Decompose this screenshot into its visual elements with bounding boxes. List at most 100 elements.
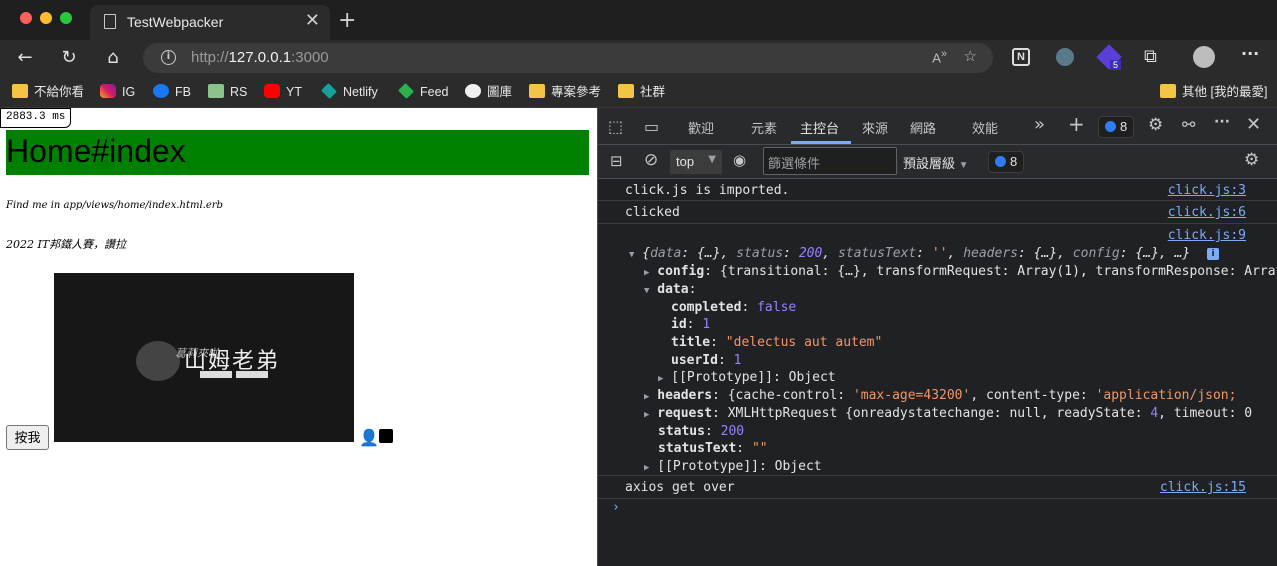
message-icon xyxy=(995,156,1006,167)
bookmark-item[interactable]: 社群 xyxy=(618,82,665,102)
profile-avatar[interactable] xyxy=(1193,46,1215,68)
extension-avatar-icon[interactable] xyxy=(1056,48,1074,66)
sidebar-toggle-icon[interactable]: ⊟ xyxy=(610,152,623,170)
devtools-panel: ⬚ ▭ 歡迎 元素 主控台 來源 網路 效能 » + 8 ⚙ ⚯ ··· ✕ ⊟… xyxy=(597,108,1277,566)
folder-icon xyxy=(529,84,545,98)
tab-sources[interactable]: 來源 xyxy=(862,118,888,137)
folder-icon xyxy=(1160,84,1176,98)
browser-tab[interactable]: TestWebpacker ✕ xyxy=(90,5,330,40)
instagram-icon xyxy=(100,84,116,98)
expand-arrow-icon[interactable]: ▶ xyxy=(644,268,649,278)
console-line: click.js is imported. click.js:3 xyxy=(598,179,1277,201)
tab-network[interactable]: 網路 xyxy=(910,118,936,137)
eye-icon[interactable]: ◉ xyxy=(733,151,746,169)
bookmark-item[interactable]: IG xyxy=(100,82,135,102)
settings-icon[interactable]: ⚙ xyxy=(1148,115,1163,135)
user-icon[interactable]: 👤 xyxy=(359,428,379,447)
more-tabs-icon[interactable]: » xyxy=(1034,114,1045,135)
context-value: top xyxy=(676,154,695,169)
prototype-property[interactable]: ▶ [[Prototype]]: Object xyxy=(658,370,836,385)
back-icon[interactable]: ← xyxy=(12,45,38,71)
data-field: id: 1 xyxy=(671,317,711,332)
close-devtools-icon[interactable]: ✕ xyxy=(1246,114,1261,135)
expand-arrow-icon[interactable]: ▶ xyxy=(644,463,649,473)
data-property[interactable]: ▼ data: xyxy=(644,282,696,297)
new-tab-button[interactable]: + xyxy=(338,8,356,33)
address-url[interactable]: http://127.0.0.1:3000 xyxy=(191,49,329,66)
reload-icon[interactable]: ↻ xyxy=(56,45,82,71)
clear-console-icon[interactable]: ⊘ xyxy=(644,150,658,170)
maximize-window-button[interactable] xyxy=(60,12,72,24)
console-object-entry: click.js:9 ▼ {data: {…}, status: 200, st… xyxy=(598,224,1277,476)
extension-badge: 5 xyxy=(1110,60,1122,70)
filter-input[interactable]: 篩選條件 xyxy=(763,147,897,175)
source-link[interactable]: click.js:3 xyxy=(1168,183,1246,198)
home-icon[interactable]: ⌂ xyxy=(100,45,126,71)
extensions-icon[interactable]: ⧉ xyxy=(1144,46,1157,67)
info-icon[interactable]: i xyxy=(1207,248,1219,260)
console-settings-icon[interactable]: ⚙ xyxy=(1244,150,1259,170)
press-me-button[interactable]: 按我 xyxy=(6,425,49,450)
request-property[interactable]: ▶ request: XMLHttpRequest {onreadystatec… xyxy=(644,406,1252,421)
expand-arrow-icon[interactable]: ▼ xyxy=(644,286,649,296)
browser-titlebar: TestWebpacker ✕ + xyxy=(0,0,1277,40)
notion-icon[interactable]: N xyxy=(1012,48,1030,66)
minimize-window-button[interactable] xyxy=(40,12,52,24)
bookmark-item[interactable]: 專案參考 xyxy=(529,82,601,102)
headers-property[interactable]: ▶ headers: {cache-control: 'max-age=4320… xyxy=(644,388,1236,403)
heading-bar: Home#index xyxy=(6,130,589,175)
console-issues-badge[interactable]: 8 xyxy=(988,151,1025,173)
bookmark-item[interactable]: Netlify xyxy=(321,82,378,102)
console-prompt[interactable]: › xyxy=(598,499,1277,519)
issues-badge[interactable]: 8 xyxy=(1098,116,1135,138)
active-tab-indicator xyxy=(791,141,851,144)
github-icon[interactable] xyxy=(379,429,393,443)
address-bar[interactable]: i http://127.0.0.1:3000 A» ☆ xyxy=(143,43,993,73)
expand-arrow-icon[interactable]: ▶ xyxy=(644,392,649,402)
tab-console[interactable]: 主控台 xyxy=(800,118,839,137)
bookmark-item[interactable]: YT xyxy=(264,82,302,102)
expand-arrow-icon[interactable]: ▶ xyxy=(658,374,663,384)
info-icon[interactable]: i xyxy=(161,50,176,65)
tab-elements[interactable]: 元素 xyxy=(751,118,777,137)
source-link[interactable]: click.js:6 xyxy=(1168,205,1246,220)
perf-timer: 2883.3 ms xyxy=(0,108,72,128)
web-page-viewport: 2883.3 ms Home#index Find me in app/view… xyxy=(0,108,597,566)
prototype-property[interactable]: ▶ [[Prototype]]: Object xyxy=(644,459,822,474)
statustext-property: statusText: "" xyxy=(658,441,768,456)
expand-arrow-icon[interactable]: ▼ xyxy=(629,250,634,260)
levels-dropdown[interactable]: 預設層級 ▼ xyxy=(903,153,969,172)
favorite-icon[interactable]: ☆ xyxy=(964,47,977,65)
youtube-icon xyxy=(264,84,280,98)
bookmark-item[interactable]: 不給你看 xyxy=(12,82,84,102)
source-link[interactable]: click.js:15 xyxy=(1160,480,1246,495)
facebook-icon xyxy=(153,84,169,98)
bookmark-item[interactable]: Feed xyxy=(398,82,449,102)
expand-arrow-icon[interactable]: ▶ xyxy=(644,410,649,420)
more-options-icon[interactable]: ··· xyxy=(1214,114,1230,130)
read-aloud-icon[interactable]: A» xyxy=(932,48,947,65)
page-icon xyxy=(104,14,116,29)
add-tab-icon[interactable]: + xyxy=(1068,112,1085,136)
close-tab-icon[interactable]: ✕ xyxy=(305,10,320,31)
close-window-button[interactable] xyxy=(20,12,32,24)
bookmark-item[interactable]: FB xyxy=(153,82,191,102)
video-thumbnail[interactable]: 葛莉來啦 山姆老弟 xyxy=(54,273,354,442)
tab-performance[interactable]: 效能 xyxy=(972,118,998,137)
bookmark-item[interactable]: 圖庫 xyxy=(465,82,512,102)
connect-icon[interactable]: ⚯ xyxy=(1182,115,1195,134)
source-link[interactable]: click.js:9 xyxy=(1168,228,1246,243)
inspect-icon[interactable]: ⬚ xyxy=(608,117,623,136)
message-icon xyxy=(1105,121,1116,132)
tab-welcome[interactable]: 歡迎 xyxy=(688,118,714,137)
data-field: completed: false xyxy=(671,300,797,315)
data-field: userId: 1 xyxy=(671,353,742,368)
context-select[interactable]: top ▼ xyxy=(670,150,722,174)
browser-toolbar: ← ↻ ⌂ i http://127.0.0.1:3000 A» ☆ N 5 ⧉… xyxy=(0,40,1277,76)
object-summary[interactable]: ▼ {data: {…}, status: 200, statusText: '… xyxy=(629,246,1190,261)
bookmark-item[interactable]: RS xyxy=(208,82,247,102)
device-icon[interactable]: ▭ xyxy=(644,117,659,136)
config-property[interactable]: ▶ config: {transitional: {…}, transformR… xyxy=(644,264,1277,279)
bookmark-item[interactable]: 其他 [我的最愛] xyxy=(1160,82,1267,102)
more-menu-icon[interactable]: ··· xyxy=(1241,44,1259,63)
